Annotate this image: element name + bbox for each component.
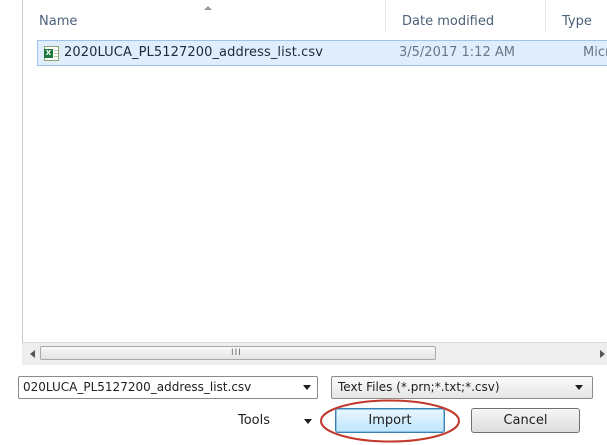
cancel-button[interactable]: Cancel	[471, 408, 580, 433]
tools-label: Tools	[238, 413, 271, 428]
column-header-date-modified[interactable]: Date modified	[385, 0, 545, 32]
file-row-selected[interactable]: X 2020LUCA_PL5127200_address_list.csv 3/…	[37, 40, 607, 66]
column-header-name-label: Name	[39, 14, 78, 29]
tools-dropdown-icon	[304, 419, 312, 424]
column-header-date-label: Date modified	[402, 14, 495, 29]
file-type: Micros	[583, 45, 607, 60]
file-name-dropdown-icon[interactable]	[303, 385, 311, 390]
import-button[interactable]: Import	[335, 408, 445, 433]
file-name-input[interactable]: 020LUCA_PL5127200_address_list.csv	[23, 377, 295, 398]
excel-csv-icon: X	[44, 46, 59, 61]
column-header-type-label: Type	[562, 14, 592, 29]
file-name-combobox[interactable]: 020LUCA_PL5127200_address_list.csv	[18, 376, 318, 399]
file-type-filter-value: Text Files (*.prn;*.txt;*.csv)	[338, 380, 500, 394]
column-header-type[interactable]: Type	[545, 0, 607, 32]
file-type-dropdown-icon[interactable]	[575, 385, 583, 390]
horizontal-scrollbar[interactable]: III	[22, 342, 607, 365]
scrollbar-grip: III	[231, 348, 242, 358]
scroll-left-arrow-icon[interactable]	[30, 350, 35, 358]
file-date-modified: 3/5/2017 1:12 AM	[399, 45, 515, 60]
scroll-right-arrow-icon[interactable]	[600, 350, 605, 358]
scrollbar-thumb[interactable]: III	[40, 346, 436, 360]
sort-ascending-icon	[204, 6, 212, 10]
column-header-row: Name Date modified Type	[23, 0, 607, 32]
tools-menu-button[interactable]: Tools	[238, 410, 312, 432]
file-list-pane[interactable]: Name Date modified Type X 2020LUCA_PL512…	[22, 0, 607, 343]
column-header-name[interactable]: Name	[23, 0, 385, 32]
file-type-filter-select[interactable]: Text Files (*.prn;*.txt;*.csv)	[331, 376, 593, 399]
file-name: 2020LUCA_PL5127200_address_list.csv	[64, 45, 324, 60]
